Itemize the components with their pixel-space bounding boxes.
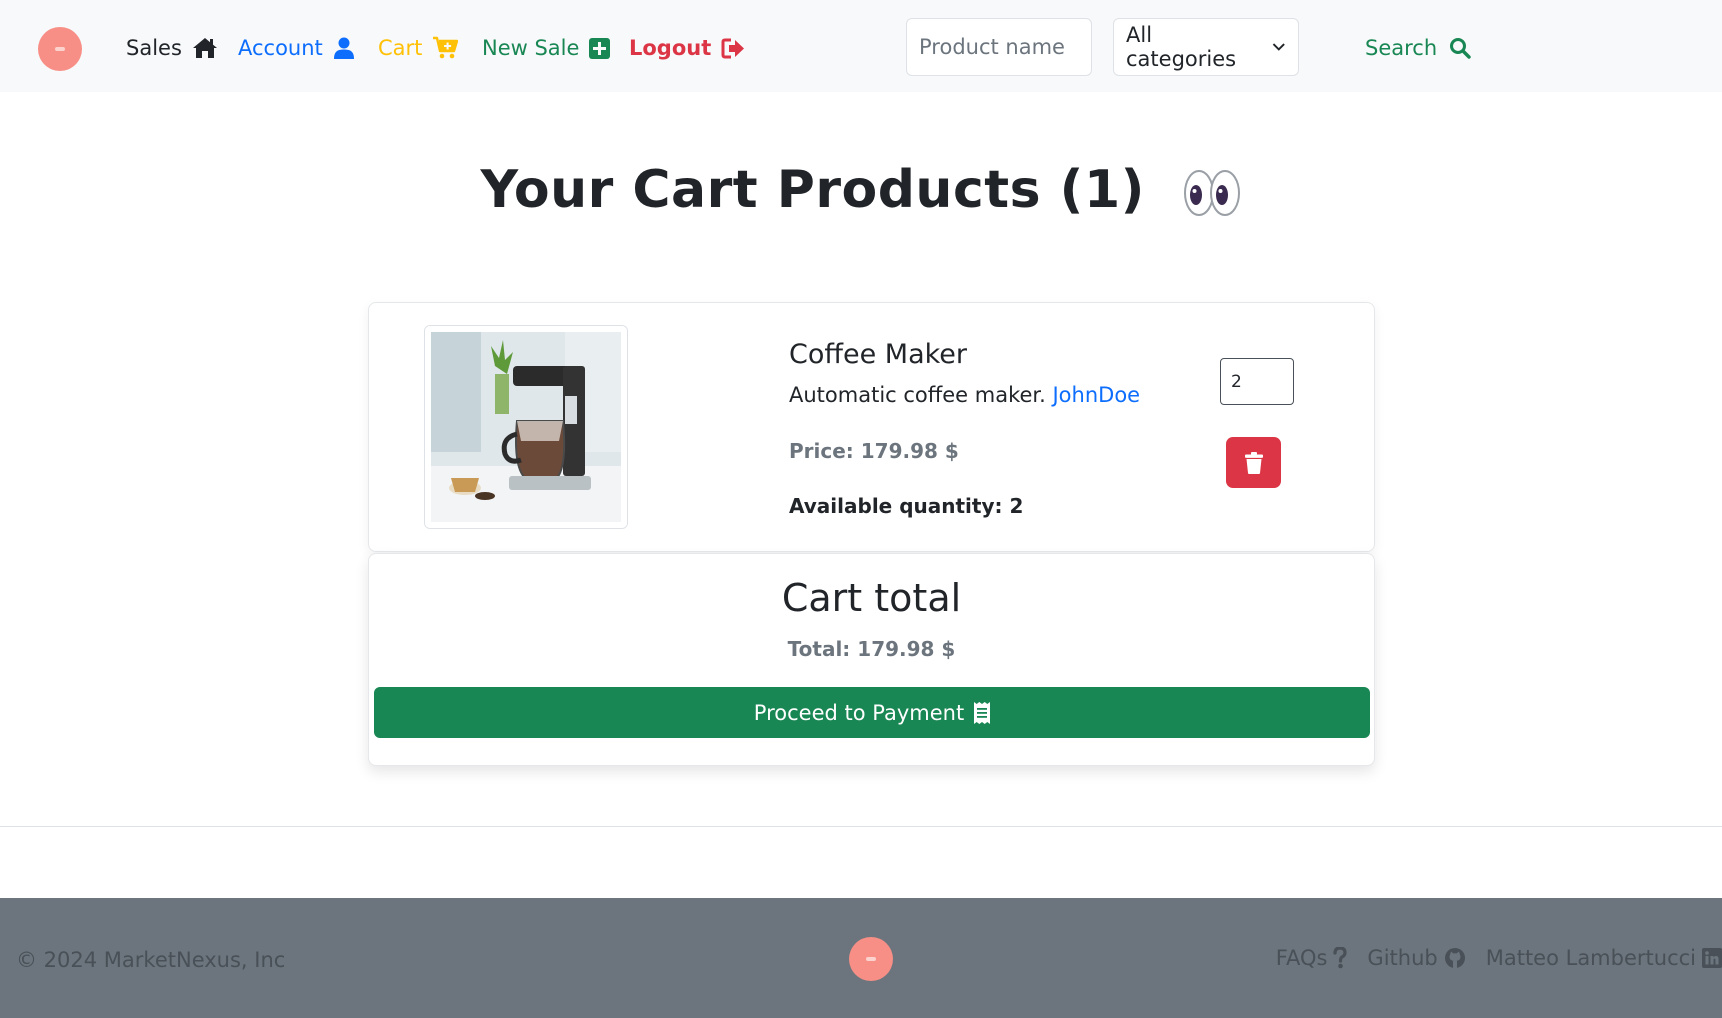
github-icon (1444, 948, 1465, 968)
search-button[interactable]: Search (1365, 30, 1471, 66)
nav-sales-link[interactable]: Sales (126, 30, 218, 66)
product-description-text: Automatic coffee maker. (789, 383, 1046, 407)
linkedin-icon (1702, 948, 1722, 968)
cart-total-card: Cart total Total: 179.98 $ Proceed to Pa… (368, 553, 1375, 766)
cart-plus-icon (433, 36, 459, 59)
question-mark-icon (1333, 947, 1348, 969)
coffee-maker-image (425, 326, 627, 528)
nav-sales-label: Sales (126, 36, 182, 60)
faqs-link[interactable]: FAQs (1276, 946, 1348, 970)
footer-logo[interactable] (849, 937, 893, 981)
nav-new-sale-link[interactable]: New Sale (482, 30, 611, 66)
nav-cart-label: Cart (378, 36, 423, 60)
logo-mark (55, 47, 65, 51)
author-linkedin-link[interactable]: Matteo Lambertucci (1486, 946, 1722, 970)
category-select[interactable]: All categories (1113, 18, 1299, 76)
github-label: Github (1367, 946, 1438, 970)
page-title: Your Cart Products (1) (0, 160, 1722, 220)
section-divider (0, 826, 1722, 827)
nav-account-link[interactable]: Account (238, 30, 355, 66)
eyes-emoji-icon (1183, 170, 1240, 216)
chevron-down-icon (1273, 43, 1286, 51)
proceed-to-payment-label: Proceed to Payment (753, 700, 965, 725)
footer-links: FAQs Github Matteo Lambertucci (1276, 946, 1722, 970)
footer: © 2024 MarketNexus, Inc FAQs Github Matt… (0, 898, 1722, 1018)
home-icon (192, 38, 217, 58)
copyright-text: © 2024 MarketNexus, Inc (16, 948, 286, 972)
author-label: Matteo Lambertucci (1485, 946, 1696, 970)
search-button-label: Search (1365, 36, 1438, 60)
search-icon (1450, 38, 1471, 59)
github-link[interactable]: Github (1367, 946, 1465, 970)
product-price: Price: 179.98 $ (789, 439, 959, 463)
sign-out-icon (721, 38, 745, 58)
page-title-text: Your Cart Products (1) (480, 160, 1145, 220)
product-image[interactable] (424, 325, 628, 529)
nav-cart-link[interactable]: Cart (378, 30, 459, 66)
cart-total-heading: Cart total (781, 576, 962, 620)
remove-item-button[interactable] (1226, 437, 1281, 488)
nav-logout-link[interactable]: Logout (629, 30, 745, 66)
plus-square-icon (589, 37, 611, 59)
seller-link[interactable]: JohnDoe (1052, 383, 1140, 407)
nav-new-sale-label: New Sale (482, 36, 580, 60)
footer-logo-mark (866, 957, 876, 961)
cart-total-amount: Total: 179.98 $ (787, 637, 956, 661)
faqs-label: FAQs (1275, 946, 1328, 970)
product-name-search-input[interactable] (906, 18, 1092, 76)
nav-logout-label: Logout (629, 36, 712, 60)
navbar: Sales Account Cart New Sale Logout Produ… (0, 0, 1722, 92)
proceed-to-payment-button[interactable]: Proceed to Payment (374, 687, 1370, 738)
receipt-icon (974, 701, 991, 724)
available-quantity: Available quantity: 2 (789, 494, 1024, 518)
category-select-value: All categories (1126, 23, 1237, 71)
brand-logo[interactable] (38, 27, 82, 71)
quantity-input[interactable] (1220, 358, 1294, 405)
nav-account-label: Account (238, 36, 323, 60)
trash-icon (1244, 451, 1263, 474)
product-name: Coffee Maker (789, 339, 968, 370)
product-description: Automatic coffee maker. JohnDoe (789, 383, 1140, 407)
cart-item-card: Coffee Maker Automatic coffee maker. Joh… (368, 302, 1375, 552)
user-icon (333, 37, 354, 59)
